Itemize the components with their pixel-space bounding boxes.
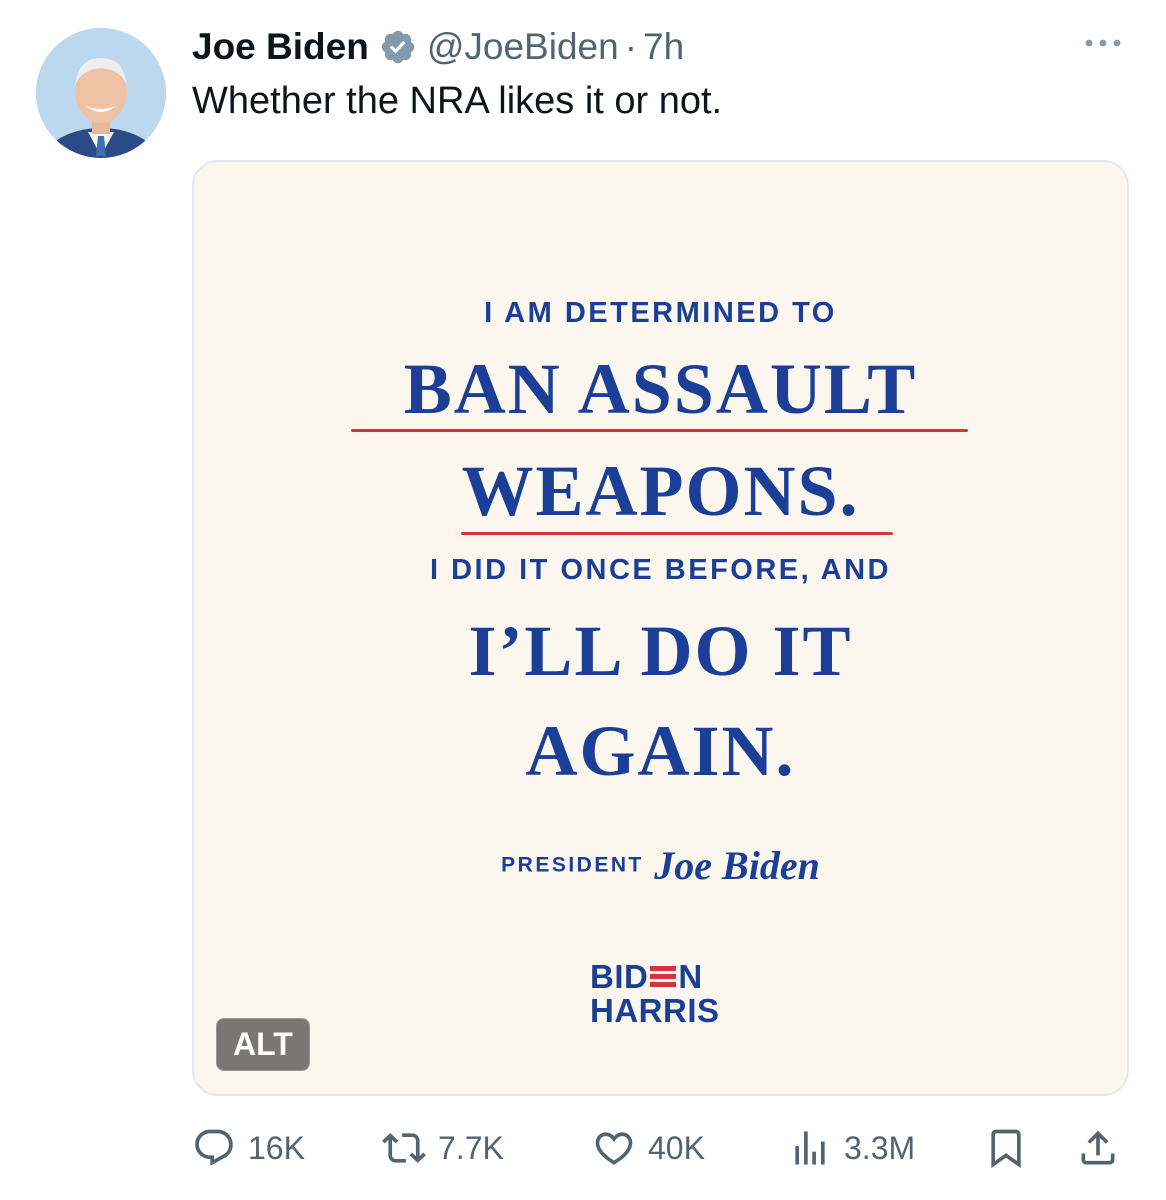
views-button[interactable]: 3.3M (788, 1120, 915, 1176)
signature-name: Joe Biden (654, 843, 820, 888)
poster-line-4: I DID IT ONCE BEFORE, AND (430, 554, 891, 586)
views-count: 3.3M (844, 1129, 916, 1166)
poster-line-1: I AM DETERMINED TO (484, 297, 837, 329)
signature: PRESIDENT Joe Biden (194, 842, 1127, 889)
author-name[interactable]: Joe Biden (192, 26, 369, 68)
like-count: 40K (648, 1129, 705, 1166)
repost-button[interactable]: 7.7K (382, 1120, 504, 1176)
separator-dot: · (624, 26, 638, 67)
tweet-media[interactable]: I AM DETERMINED TO BAN ASSAULT WEAPONS. … (192, 160, 1129, 1096)
tweet: Joe Biden @JoeBiden · 7h Whether the NRA… (0, 0, 1166, 1200)
alt-badge[interactable]: ALT (216, 1018, 310, 1071)
share-button[interactable] (1076, 1120, 1120, 1176)
like-button[interactable]: 40K (592, 1120, 705, 1176)
logo-stripes-e (650, 964, 677, 990)
poster-line-5: I’LL DO IT (468, 611, 853, 691)
action-bar: 16K 7.7K 40K 3.3M (192, 1120, 1129, 1176)
red-underline-1 (351, 429, 968, 432)
bookmark-icon (991, 1129, 1021, 1169)
reply-icon (195, 1129, 233, 1166)
tweet-header: Joe Biden @JoeBiden · 7h (192, 20, 684, 74)
reply-count: 16K (248, 1129, 305, 1166)
avatar[interactable] (36, 28, 166, 158)
verified-badge-icon (379, 28, 417, 66)
logo-text-harris: HARRIS (590, 992, 720, 1029)
avatar-image (36, 28, 166, 158)
logo-text-n: N (678, 958, 703, 995)
campaign-graphic: I AM DETERMINED TO BAN ASSAULT WEAPONS. … (194, 162, 1127, 1094)
poster-line-2: BAN ASSAULT (403, 349, 918, 429)
signature-label: PRESIDENT (501, 853, 644, 877)
more-icon[interactable] (1080, 28, 1126, 58)
logo-text-bid: BID (590, 958, 649, 995)
red-underline-2 (461, 532, 893, 535)
bookmark-button[interactable] (984, 1120, 1028, 1176)
heart-icon (595, 1132, 633, 1165)
biden-harris-logo: BID N HARRIS (590, 960, 740, 1030)
repost-count: 7.7K (438, 1129, 504, 1166)
reply-button[interactable]: 16K (192, 1120, 305, 1176)
poster-line-6: AGAIN. (525, 711, 796, 791)
poster-line-3: WEAPONS. (461, 451, 860, 531)
views-chart-icon (795, 1131, 825, 1165)
author-handle[interactable]: @JoeBiden (427, 26, 619, 68)
repost-icon (382, 1133, 426, 1163)
tweet-text: Whether the NRA likes it or not. (192, 80, 723, 122)
share-icon (1081, 1130, 1115, 1165)
timestamp[interactable]: 7h (643, 26, 684, 68)
